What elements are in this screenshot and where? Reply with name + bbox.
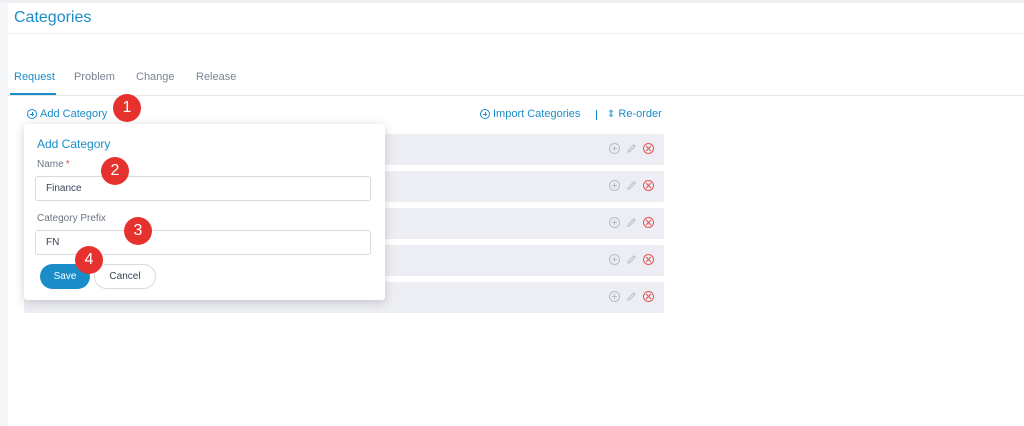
category-tabs: Request Problem Change Release	[8, 64, 1024, 96]
edit-icon[interactable]	[626, 217, 637, 228]
add-subcategory-icon[interactable]	[609, 180, 620, 191]
tab-change[interactable]: Change	[136, 71, 175, 83]
edit-icon[interactable]	[626, 291, 637, 302]
row-actions	[609, 217, 654, 228]
tab-problem[interactable]: Problem	[74, 71, 115, 83]
delete-icon[interactable]	[643, 291, 654, 302]
popup-title: Add Category	[37, 137, 111, 151]
add-subcategory-icon[interactable]	[609, 254, 620, 265]
row-actions	[609, 291, 654, 302]
delete-icon[interactable]	[643, 254, 654, 265]
name-label-text: Name	[37, 159, 64, 170]
edit-icon[interactable]	[626, 254, 637, 265]
edit-icon[interactable]	[626, 180, 637, 191]
delete-icon[interactable]	[643, 217, 654, 228]
reorder-label: Re-order	[618, 108, 662, 120]
add-category-popup: Add Category Name* Category Prefix Save …	[24, 124, 385, 300]
import-categories-label: Import Categories	[493, 108, 581, 120]
import-categories-link[interactable]: Import Categories	[480, 108, 580, 120]
row-actions	[609, 254, 654, 265]
category-prefix-label: Category Prefix	[37, 213, 106, 224]
add-subcategory-icon[interactable]	[609, 143, 620, 154]
name-field[interactable]	[35, 176, 371, 201]
edit-icon[interactable]	[626, 143, 637, 154]
plus-circle-icon	[480, 109, 490, 119]
toolbar-separator	[596, 110, 597, 120]
add-subcategory-icon[interactable]	[609, 291, 620, 302]
tab-request[interactable]: Request	[14, 71, 55, 83]
row-actions	[609, 180, 654, 191]
add-subcategory-icon[interactable]	[609, 217, 620, 228]
reorder-link[interactable]: ⇕ Re-order	[607, 108, 662, 120]
row-actions	[609, 143, 654, 154]
step-marker-4: 4	[75, 246, 103, 274]
page-title: Categories	[14, 9, 92, 26]
cancel-button[interactable]: Cancel	[94, 264, 156, 289]
left-gutter	[0, 0, 8, 426]
delete-icon[interactable]	[643, 180, 654, 191]
categories-page: Categories Request Problem Change Releas…	[0, 0, 1024, 426]
step-marker-1: 1	[113, 94, 141, 122]
delete-icon[interactable]	[643, 143, 654, 154]
plus-circle-icon	[27, 109, 37, 119]
step-marker-3: 3	[124, 217, 152, 245]
header-divider	[8, 33, 1024, 34]
active-tab-indicator	[10, 93, 56, 95]
name-label: Name *	[37, 159, 70, 170]
add-category-label: Add Category	[40, 108, 108, 120]
top-border	[0, 0, 1024, 3]
step-marker-2: 2	[101, 157, 129, 185]
add-category-link[interactable]: Add Category	[27, 108, 107, 120]
tab-release[interactable]: Release	[196, 71, 236, 83]
required-mark: *	[65, 159, 70, 170]
reorder-icon: ⇕	[607, 108, 616, 120]
